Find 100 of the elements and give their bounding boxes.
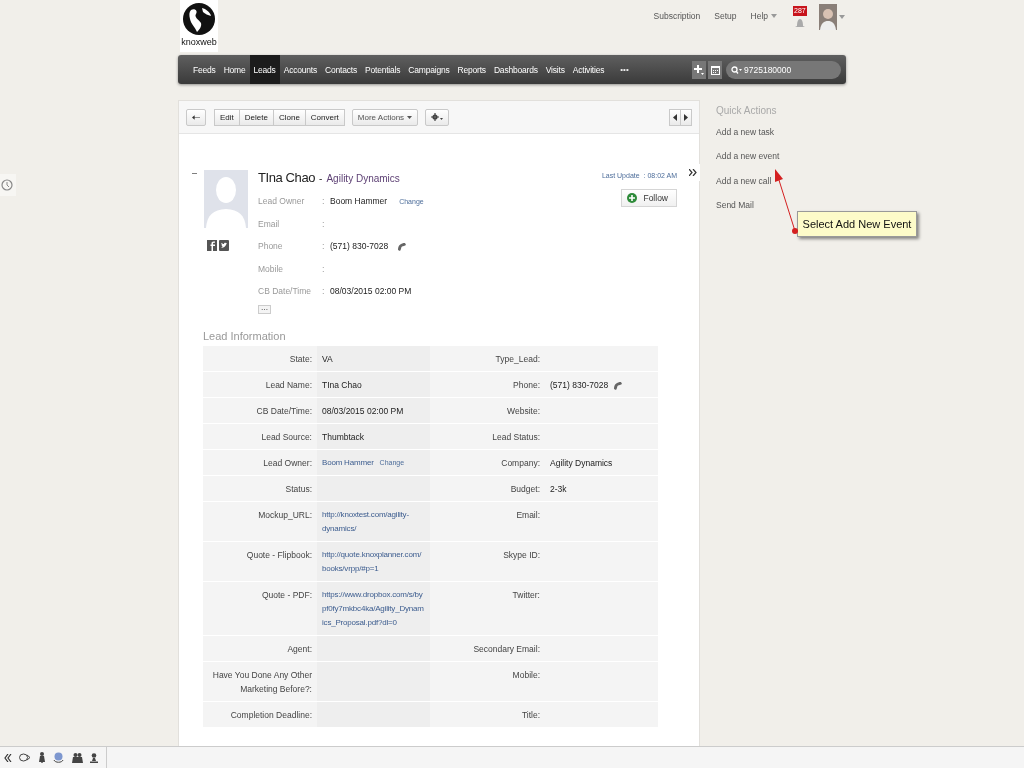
field-value: VA	[322, 352, 333, 366]
url-link[interactable]: https://www.dropbox.com/s/bypf0fy7mkbc4ka/Agility_Dynamics_Proposal.pdf?dl=0	[322, 587, 425, 630]
user-avatar[interactable]	[819, 4, 837, 30]
toolbar-button[interactable]: Delete	[238, 108, 274, 126]
nav-tab[interactable]: Visits	[541, 55, 569, 84]
globe-icon	[182, 2, 216, 36]
field-value: Thumbtack	[322, 430, 365, 444]
logo[interactable]: knoxweb	[180, 0, 218, 52]
owner-link[interactable]: Boom Hammer	[322, 455, 374, 470]
follow-button[interactable]: Follow	[621, 189, 677, 207]
field-label: Twitter:	[430, 581, 545, 636]
chat-icon[interactable]	[19, 753, 31, 762]
company-link[interactable]: Agility Dynamics	[326, 173, 400, 184]
field-label: Budget:	[430, 475, 545, 502]
clock-icon[interactable]	[0, 174, 16, 196]
url-link[interactable]: http://quote.knoxplanner.com/books/vrpp/#p=1	[322, 547, 425, 576]
field-label: Have You Done Any Other Marketing Before?:	[203, 661, 317, 702]
field-label: Lead Name:	[203, 371, 317, 398]
nav-tab[interactable]: Accounts	[279, 55, 322, 84]
nav-tab[interactable]: Home	[219, 55, 250, 84]
field-label: Skype ID:	[430, 541, 545, 582]
field-label: Phone:	[430, 371, 545, 398]
field-label: Email:	[430, 501, 545, 542]
quick-action-link[interactable]: Send Mail	[716, 199, 754, 210]
previous-button[interactable]	[669, 108, 681, 126]
url-link[interactable]: http://knoxtest.com/agility-dynamics/	[322, 507, 425, 536]
field-label: Mobile	[258, 263, 285, 274]
collapse-toggle[interactable]: –	[192, 168, 204, 314]
nav-tab[interactable]: Activities	[568, 55, 609, 84]
nav-tab[interactable]: Campaigns	[404, 55, 454, 84]
quick-action-link[interactable]: Add a new event	[716, 151, 780, 162]
phone-number: (571) 830-7028	[330, 241, 389, 252]
field-label: CB Date/Time:	[203, 397, 317, 424]
person-icon[interactable]	[37, 752, 46, 763]
nav-tab[interactable]: Feeds	[189, 55, 220, 84]
top-link[interactable]: Subscription	[653, 11, 701, 21]
colon: :	[322, 196, 326, 207]
group-icon[interactable]	[71, 752, 83, 763]
colon: :	[322, 263, 326, 274]
more-menu[interactable]: •••	[620, 55, 629, 84]
next-button[interactable]	[680, 108, 692, 126]
facebook-icon[interactable]	[207, 240, 217, 251]
back-button[interactable]	[186, 108, 206, 126]
field-label: Mockup_URL:	[203, 501, 317, 542]
right-arrow-icon	[684, 113, 688, 121]
field-label: Lead Source:	[203, 423, 317, 450]
colon: :	[322, 286, 326, 297]
logo-text: knoxweb	[181, 37, 217, 47]
record-name: TIna Chao	[258, 170, 316, 185]
field-label: Website:	[430, 397, 545, 424]
field-label: Email	[258, 218, 281, 229]
toolbar-button[interactable]: Clone	[272, 108, 306, 126]
calendar-button[interactable]	[708, 60, 722, 79]
search-field[interactable]: 9725180000	[726, 60, 841, 79]
toolbar-button[interactable]: Convert	[304, 108, 345, 126]
quick-action-link[interactable]: Add a new task	[716, 127, 775, 137]
field-label: Secondary Email:	[430, 635, 545, 662]
quick-action-link[interactable]: Add a new call	[716, 175, 772, 186]
caret-icon	[839, 15, 845, 19]
toolbar-button[interactable]: Edit	[214, 108, 240, 126]
panel-title: Quick Actions	[716, 105, 778, 116]
field-label: Mobile:	[430, 661, 545, 702]
more-actions-button[interactable]: More Actions	[351, 108, 419, 126]
bell-icon	[794, 18, 806, 28]
field-label: Quote - Flipbook:	[203, 541, 317, 582]
phone-icon[interactable]	[612, 379, 624, 391]
top-link[interactable]: Help	[750, 11, 777, 21]
plus-icon	[694, 64, 704, 75]
gear-icon	[431, 113, 444, 121]
top-link[interactable]: Setup	[714, 11, 737, 21]
field-label: Company:	[430, 449, 545, 476]
back-arrow-icon	[192, 113, 200, 121]
nav-tab[interactable]: Potentials	[361, 55, 405, 84]
nav-tab[interactable]: Leads	[249, 55, 280, 84]
settings-button[interactable]	[425, 108, 450, 126]
field-value: 2-3k	[550, 482, 567, 496]
collapse-icon[interactable]	[3, 753, 12, 762]
field-label: Status:	[203, 475, 317, 502]
caret-icon	[771, 14, 777, 18]
field-label: Completion Deadline:	[203, 701, 317, 728]
phone-icon[interactable]	[396, 240, 408, 252]
user-icon[interactable]	[90, 752, 99, 763]
nav-tab[interactable]: Reports	[453, 55, 490, 84]
calendar-icon	[710, 64, 720, 75]
twitter-icon[interactable]	[219, 240, 229, 251]
field-value: TIna Chao	[322, 378, 362, 392]
field-label: Lead Owner	[258, 196, 306, 207]
search-icon	[731, 65, 742, 74]
left-arrow-icon	[673, 113, 677, 121]
nav-tab[interactable]: Contacts	[321, 55, 361, 84]
phone-number: (571) 830-7028	[550, 378, 609, 392]
field-value: Agility Dynamics	[550, 456, 613, 470]
section-title: Lead Information	[203, 329, 287, 342]
field-value: 08/03/2015 02:00 PM	[330, 286, 412, 297]
colon: :	[322, 241, 326, 252]
colon: :	[322, 218, 326, 229]
status-dot-icon[interactable]	[53, 751, 65, 764]
field-label: Agent:	[203, 635, 317, 662]
nav-tab[interactable]: Dashboards	[489, 55, 542, 84]
add-button[interactable]	[692, 60, 706, 79]
